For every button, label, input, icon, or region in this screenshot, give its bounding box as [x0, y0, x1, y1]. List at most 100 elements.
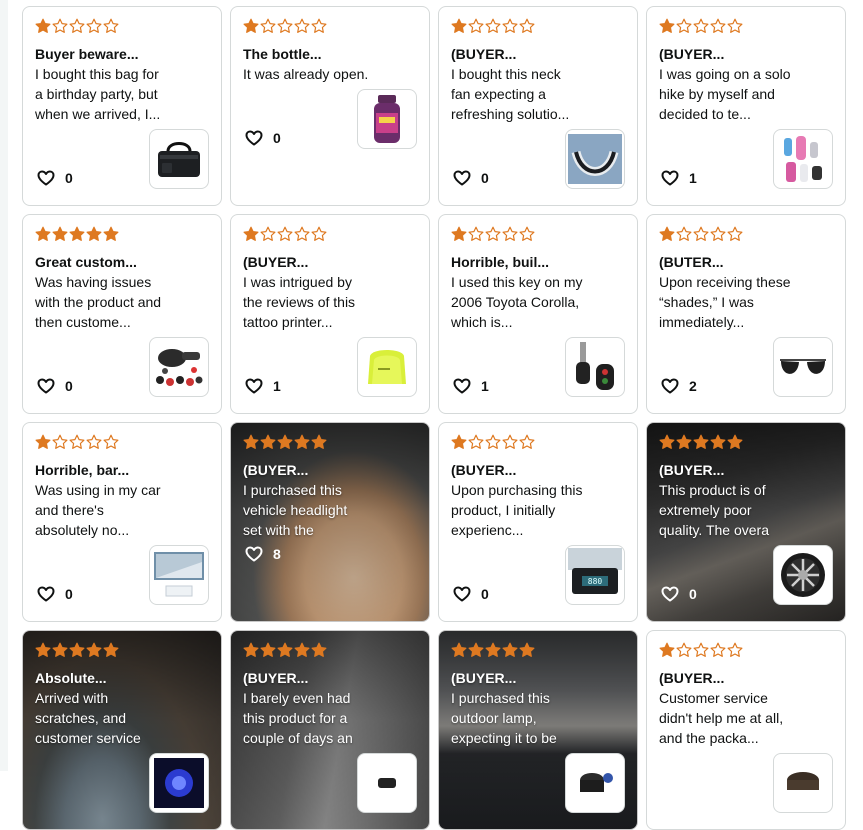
star-filled-icon: [52, 642, 68, 657]
wheel-cover-icon: [781, 553, 825, 597]
review-card[interactable]: (BUYER... I was going on a solo hike by …: [646, 6, 846, 206]
review-card[interactable]: (BUYER... Upon purchasing this product, …: [438, 422, 638, 622]
star-filled-icon: [35, 434, 51, 449]
star-empty-icon: [86, 434, 102, 449]
review-body: I barely even had this product for a cou…: [243, 690, 353, 746]
review-title: (BUYER...: [659, 46, 725, 62]
star-empty-icon: [86, 18, 102, 33]
review-card[interactable]: (BUYER... I was intrigued by the reviews…: [230, 214, 430, 414]
star-empty-icon: [485, 434, 501, 449]
star-empty-icon: [277, 226, 293, 241]
product-thumbnail[interactable]: [357, 337, 417, 397]
review-body: I purchased this outdoor lamp, expecting…: [451, 690, 557, 746]
like-button[interactable]: 1: [453, 378, 489, 394]
review-title: (BUYER...: [451, 670, 517, 686]
review-title: (BUYER...: [243, 462, 309, 478]
review-title: Great custom...: [35, 254, 137, 270]
like-count: 0: [481, 586, 489, 602]
like-button[interactable]: 0: [661, 586, 697, 602]
star-filled-icon: [35, 642, 51, 657]
star-rating: [659, 18, 743, 34]
like-count: 0: [65, 170, 73, 186]
heart-icon: [37, 378, 55, 394]
review-card[interactable]: (BUTER... Upon receiving these “shades,”…: [646, 214, 846, 414]
like-button[interactable]: 1: [661, 170, 697, 186]
star-empty-icon: [52, 18, 68, 33]
star-empty-icon: [519, 434, 535, 449]
product-thumbnail[interactable]: [149, 337, 209, 397]
product-thumbnail[interactable]: 880: [565, 545, 625, 605]
like-button[interactable]: 2: [661, 378, 697, 394]
like-button[interactable]: 0: [453, 170, 489, 186]
star-empty-icon: [710, 226, 726, 241]
review-card[interactable]: (BUYER... I bought this neck fan expecti…: [438, 6, 638, 206]
star-empty-icon: [260, 18, 276, 33]
review-card[interactable]: (BUYER... I barely even had this product…: [230, 630, 430, 830]
star-rating: [451, 226, 535, 242]
star-empty-icon: [69, 434, 85, 449]
review-card[interactable]: Buyer beware... I bought this bag for a …: [22, 6, 222, 206]
star-empty-icon: [103, 18, 119, 33]
star-filled-icon: [311, 642, 327, 657]
heart-icon: [245, 130, 263, 146]
star-filled-icon: [69, 642, 85, 657]
star-filled-icon: [659, 434, 675, 449]
star-filled-icon: [35, 18, 51, 33]
star-filled-icon: [52, 226, 68, 241]
product-thumbnail[interactable]: [773, 337, 833, 397]
star-rating: [451, 18, 535, 34]
star-rating: [451, 434, 535, 450]
product-thumbnail[interactable]: [149, 545, 209, 605]
product-thumbnail[interactable]: [773, 129, 833, 189]
product-thumbnail[interactable]: [773, 753, 833, 813]
like-count: 1: [689, 170, 697, 186]
review-title: (BUYER...: [659, 670, 725, 686]
review-card[interactable]: Horrible, buil... I used this key on my …: [438, 214, 638, 414]
review-title: (BUYER...: [243, 670, 309, 686]
star-filled-icon: [260, 434, 276, 449]
review-body: Was having issues with the product and t…: [35, 274, 162, 330]
star-empty-icon: [468, 226, 484, 241]
star-filled-icon: [485, 642, 501, 657]
review-card[interactable]: (BUYER... I purchased this vehicle headl…: [230, 422, 430, 622]
star-filled-icon: [243, 18, 259, 33]
review-card[interactable]: Absolute... Arrived with scratches, and …: [22, 630, 222, 830]
product-thumbnail[interactable]: [565, 337, 625, 397]
product-thumbnail[interactable]: [149, 129, 209, 189]
review-title: (BUYER...: [451, 46, 517, 62]
star-empty-icon: [485, 18, 501, 33]
star-filled-icon: [294, 434, 310, 449]
review-body: Arrived with scratches, and customer ser…: [35, 690, 141, 746]
like-button[interactable]: 0: [37, 170, 73, 186]
like-button[interactable]: 0: [37, 586, 73, 602]
product-thumbnail[interactable]: [773, 545, 833, 605]
like-button[interactable]: 0: [245, 130, 281, 146]
review-card[interactable]: (BUYER... This product is of extremely p…: [646, 422, 846, 622]
star-empty-icon: [502, 434, 518, 449]
like-button[interactable]: 8: [245, 546, 281, 562]
star-rating: [35, 642, 119, 658]
review-title: Horrible, buil...: [451, 254, 550, 270]
product-thumbnail[interactable]: [357, 753, 417, 813]
product-thumbnail[interactable]: [357, 89, 417, 149]
review-card[interactable]: (BUYER... Customer service didn't help m…: [646, 630, 846, 830]
product-thumbnail[interactable]: [149, 753, 209, 813]
review-card[interactable]: (BUYER... I purchased this outdoor lamp,…: [438, 630, 638, 830]
review-body: I purchased this vehicle headlight set w…: [243, 482, 348, 538]
review-card[interactable]: Great custom... Was having issues with t…: [22, 214, 222, 414]
product-thumbnail[interactable]: [565, 753, 625, 813]
like-count: 0: [273, 130, 281, 146]
star-empty-icon: [69, 18, 85, 33]
like-button[interactable]: 0: [37, 378, 73, 394]
review-title: Buyer beware...: [35, 46, 139, 62]
review-card[interactable]: Horrible, bar... Was using in my car and…: [22, 422, 222, 622]
star-filled-icon: [277, 642, 293, 657]
like-button[interactable]: 1: [245, 378, 281, 394]
heart-icon: [245, 546, 263, 562]
sunglasses-icon: [780, 359, 826, 374]
product-thumbnail[interactable]: [565, 129, 625, 189]
star-filled-icon: [451, 226, 467, 241]
review-card[interactable]: The bottle... It was already open. 0: [230, 6, 430, 206]
star-filled-icon: [451, 18, 467, 33]
like-button[interactable]: 0: [453, 586, 489, 602]
